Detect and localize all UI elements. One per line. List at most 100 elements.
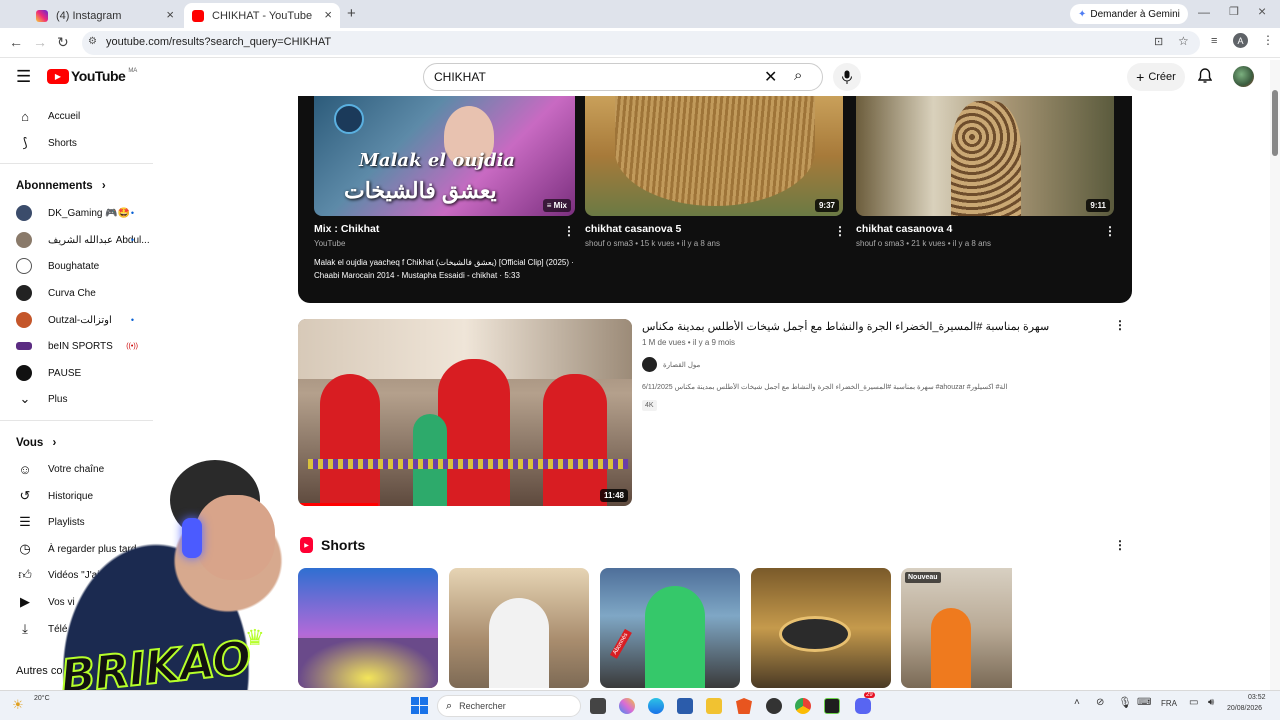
short-thumbnail[interactable] (751, 568, 891, 688)
sidebar-item-pause[interactable]: PAUSE (16, 363, 81, 383)
discord-icon[interactable] (855, 698, 871, 714)
weather-temp[interactable]: 20°C (34, 695, 50, 702)
search-icon: ⌕ (446, 699, 453, 712)
avatar (16, 342, 32, 350)
video-title[interactable]: chikhat casanova 4 (856, 223, 952, 235)
weather-icon[interactable]: ☀ (12, 697, 24, 713)
video-thumbnail[interactable]: 9:11 (856, 96, 1114, 216)
language-indicator[interactable]: FRA (1161, 699, 1177, 708)
sidebar-item-outzal[interactable]: Outzal-اوتزالت • (16, 310, 134, 330)
window-close-icon[interactable]: × (1258, 3, 1266, 19)
avatar (16, 365, 32, 381)
clock-date[interactable]: 20/08/2026 (1227, 705, 1262, 712)
restore-icon[interactable]: ❐ (1229, 5, 1239, 18)
subscribe-sticker: Abonnés (609, 629, 632, 659)
video-thumbnail[interactable]: 11:48 (298, 319, 632, 506)
search-input[interactable]: CHIKHAT ✕ ⌕ (423, 63, 823, 91)
reading-list-icon[interactable]: ≡ (1211, 35, 1217, 47)
minimize-icon[interactable]: — (1198, 5, 1210, 19)
page-scrollbar[interactable] (1270, 60, 1280, 690)
tray-overflow-icon[interactable]: ˄ (1074, 697, 1080, 708)
keyboard-icon[interactable]: ⌨ (1137, 697, 1151, 708)
close-icon[interactable]: × (166, 7, 174, 22)
back-icon[interactable]: ← (9, 34, 23, 50)
menu-kebab-icon[interactable]: ⋮ (1262, 33, 1274, 47)
gemini-button[interactable]: ✦ Demander à Gemini (1070, 4, 1188, 24)
profile-avatar[interactable]: A (1233, 33, 1248, 48)
sidebar-item-home[interactable]: ⌂ Accueil (16, 106, 80, 126)
video-thumbnail[interactable]: Malak el oujdia يعشق فالشيخات ≡ Mix (314, 96, 575, 216)
create-button[interactable]: + Créer (1127, 63, 1185, 91)
store-icon[interactable] (677, 698, 693, 714)
scrollbar-thumb[interactable] (1272, 90, 1278, 156)
short-thumbnail[interactable] (298, 568, 438, 688)
site-info-icon[interactable]: ⚙ (88, 36, 97, 47)
sidebar-item-label: Plus (48, 393, 68, 405)
sidebar-item-dk-gaming[interactable]: DK_Gaming 🎮🤩 • (16, 203, 134, 223)
sidebar-item-boughatate[interactable]: Boughatate (16, 256, 99, 276)
sidebar-item-abdullah[interactable]: عبدالله الشريف Abdul... • (16, 230, 150, 250)
short-thumbnail[interactable]: Nouveau (901, 568, 1012, 688)
file-explorer-icon[interactable] (706, 698, 722, 714)
clock-time[interactable]: 03:52 (1248, 694, 1266, 701)
obs-icon[interactable] (766, 698, 782, 714)
channel-name[interactable]: YouTube (314, 239, 345, 248)
sidebar-item-more[interactable]: ⌄ Plus (16, 389, 68, 409)
url-field[interactable]: ⚙ youtube.com/results?search_query=CHIKH… (82, 31, 1200, 55)
more-actions-icon[interactable]: ⋮ (1114, 538, 1126, 552)
tab-youtube[interactable]: CHIKHAT - YouTube × (184, 3, 340, 28)
more-actions-icon[interactable]: ⋮ (834, 224, 846, 238)
hamburger-menu-icon[interactable]: ☰ (16, 67, 31, 87)
short-thumbnail[interactable]: Abonnés (600, 568, 740, 688)
video-thumbnail[interactable]: 9:37 (585, 96, 843, 216)
forward-icon[interactable]: → (33, 34, 47, 50)
task-view-icon[interactable] (590, 698, 606, 714)
webcam-face (195, 495, 275, 580)
copilot-icon[interactable] (619, 698, 635, 714)
logo-text: YouTube (71, 68, 126, 84)
more-actions-icon[interactable]: ⋮ (1114, 318, 1126, 332)
display-icon[interactable]: ▭ (1189, 697, 1198, 708)
sidebar-item-label: Curva Che (48, 287, 96, 299)
sidebar-item-bein-sports[interactable]: beIN SPORTS ((•)) (16, 336, 138, 356)
more-actions-icon[interactable]: ⋮ (563, 224, 575, 238)
youtube-logo[interactable]: ▶ YouTube MA (47, 68, 137, 84)
close-icon[interactable]: × (324, 7, 332, 22)
mix-track[interactable]: Malak el oujdia yaacheq f Chikhat (يعشق … (314, 258, 574, 267)
notifications-bell-icon[interactable] (1198, 68, 1212, 84)
sidebar-item-shorts[interactable]: ⟆ Shorts (16, 133, 76, 153)
search-icon[interactable]: ⌕ (794, 67, 802, 84)
video-title[interactable]: سهرة بمناسبة #المسيرة_الخضراء الجرة والن… (642, 320, 1102, 333)
windows-start-icon[interactable] (411, 697, 428, 714)
network-icon[interactable]: ⊘ (1096, 697, 1104, 708)
sidebar-item-curva-che[interactable]: Curva Che (16, 283, 96, 303)
voice-search-button[interactable] (833, 63, 861, 91)
chrome-icon[interactable] (795, 698, 811, 714)
new-tab-icon[interactable]: + (347, 5, 356, 22)
install-icon[interactable]: ⊡ (1154, 35, 1163, 48)
edge-icon[interactable] (648, 698, 664, 714)
subscriptions-heading[interactable]: Abonnements › (16, 180, 106, 192)
sidebar-item-label: Boughatate (48, 260, 100, 272)
terminal-icon[interactable] (824, 698, 840, 714)
volume-icon[interactable]: 🔊︎ (1208, 697, 1214, 708)
clear-search-icon[interactable]: ✕ (764, 67, 777, 87)
reload-icon[interactable]: ↻ (57, 34, 69, 51)
video-meta: 1 M de vues • il y a 9 mois (642, 338, 736, 347)
mic-icon (842, 70, 852, 84)
you-heading[interactable]: Vous › (16, 437, 56, 449)
brave-icon[interactable] (736, 698, 752, 714)
shorts-heading: ▶ Shorts (300, 537, 365, 553)
taskbar-search-input[interactable]: ⌕ Rechercher (437, 695, 581, 717)
account-avatar[interactable] (1233, 66, 1254, 87)
short-thumbnail[interactable] (449, 568, 589, 688)
microphone-tray-icon[interactable]: 🎙︎ (1118, 696, 1132, 709)
avatar (642, 357, 657, 372)
video-title[interactable]: Mix : Chikhat (314, 223, 379, 235)
channel-link[interactable]: مول القصارة (642, 357, 700, 372)
tab-instagram[interactable]: (4) Instagram × (28, 3, 182, 28)
video-title[interactable]: chikhat casanova 5 (585, 223, 681, 235)
more-actions-icon[interactable]: ⋮ (1104, 224, 1116, 238)
mix-track[interactable]: Chaabi Marocain 2014 - Mustapha Essaidi … (314, 271, 520, 280)
bookmark-star-icon[interactable]: ☆ (1178, 34, 1189, 48)
